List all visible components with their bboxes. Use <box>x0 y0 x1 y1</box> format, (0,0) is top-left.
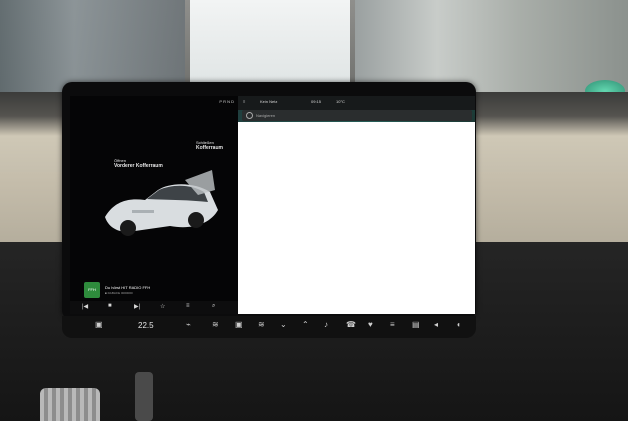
radio-subtitle: ■ DABLIFE 0000000 <box>105 291 133 295</box>
photo-scene: P R N D Öffnen Vorderer Kofferraum Schli… <box>0 0 628 421</box>
search-icon[interactable]: ⌕ <box>212 303 215 310</box>
favorite-icon[interactable]: ☆ <box>160 303 165 310</box>
pedal <box>40 388 100 421</box>
navigation-search-placeholder: Navigieren <box>256 113 276 118</box>
menu-icon[interactable]: ≡ <box>243 99 245 104</box>
rear-trunk-name: Kofferraum <box>196 145 223 151</box>
touchscreen[interactable]: P R N D Öffnen Vorderer Kofferraum Schli… <box>70 96 475 314</box>
now-playing[interactable]: FFH Du hörst HIT RADIO FFH ■ DABLIFE 000… <box>84 282 234 298</box>
apps-icon[interactable]: ≡ <box>390 320 395 329</box>
navigation-search-bar[interactable]: Navigieren <box>242 110 472 121</box>
phone-icon[interactable]: ☎ <box>346 320 356 329</box>
gear-status: P R N D <box>219 99 234 104</box>
rear-defrost-icon[interactable]: ▣ <box>235 320 243 329</box>
garage-background-left <box>0 0 185 95</box>
map-time: 09:15 <box>311 99 322 104</box>
map-header: ≡ Kein Netz 09:15 10°C <box>238 96 475 110</box>
status-bar: P R N D <box>70 96 238 108</box>
equalizer-icon[interactable]: ≡ <box>186 303 190 309</box>
rear-trunk-label[interactable]: Schließen Kofferraum <box>196 140 223 151</box>
audio-icon[interactable]: ♪ <box>324 320 328 329</box>
stop-icon[interactable]: ■ <box>108 303 112 309</box>
bottom-control-strip: ▣ 22.5 ⌁ ≋ ▣ ≋ ⌄ ⌃ ♪ ☎ ♥ ≡ ▤ ◂ ◖ <box>62 316 476 338</box>
map-temperature: 10°C <box>336 99 345 104</box>
seat-heater-icon[interactable]: ⌁ <box>186 320 191 329</box>
arrow-icon[interactable]: ◂ <box>434 320 438 329</box>
temperature-display[interactable]: 22.5 <box>138 321 154 330</box>
fan-icon[interactable]: ≋ <box>212 320 219 329</box>
favorites-icon[interactable]: ♥ <box>368 320 373 329</box>
car-icon[interactable]: ▣ <box>95 320 103 329</box>
radio-title: Du hörst HIT RADIO FFH <box>105 285 151 290</box>
network-status: Kein Netz <box>260 99 278 104</box>
media-controls: |◀ ■ ▶| ☆ ≡ ⌕ <box>70 301 238 314</box>
speaker-icon[interactable]: ◖ <box>456 320 461 329</box>
previous-icon[interactable]: |◀ <box>82 303 88 310</box>
screen-icon[interactable]: ▤ <box>412 320 420 329</box>
airflow-icon[interactable]: ≋ <box>258 320 265 329</box>
volume-up-icon[interactable]: ⌃ <box>302 320 309 329</box>
car-illustration[interactable] <box>100 162 220 242</box>
volume-down-icon[interactable]: ⌄ <box>280 320 287 329</box>
pedal-secondary <box>135 372 153 421</box>
white-overlay <box>238 122 475 314</box>
garage-window <box>190 0 350 90</box>
magnifier-icon <box>246 112 253 119</box>
next-icon[interactable]: ▶| <box>134 303 140 310</box>
radio-logo: FFH <box>84 282 100 298</box>
